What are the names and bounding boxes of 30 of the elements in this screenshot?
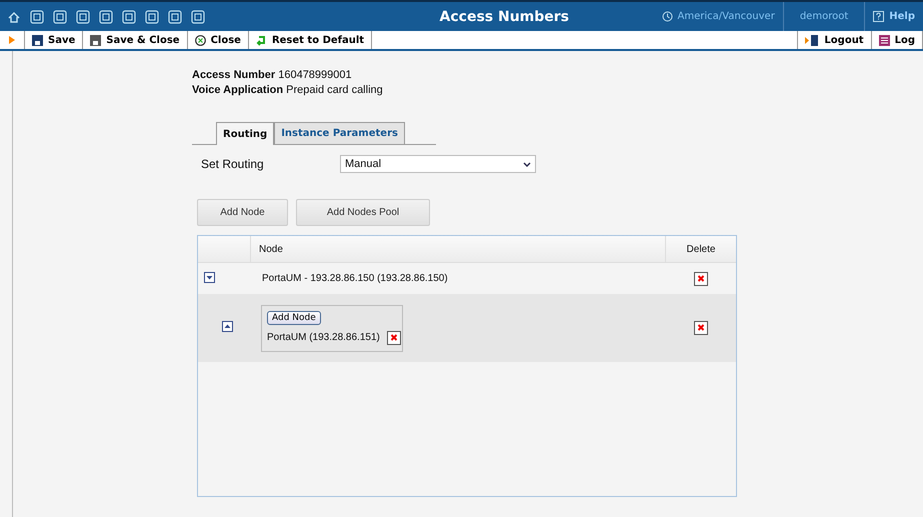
tab[interactable]: Instance Parameters: [274, 122, 405, 144]
routing-select[interactable]: Manual: [340, 155, 536, 173]
detail-text: Access Number 160478999001: [192, 68, 353, 83]
add-button[interactable]: Add Nodes Pool: [296, 199, 430, 226]
page-title: Access Numbers: [438, 8, 570, 24]
timezone-link[interactable]: America/Vancouver: [654, 2, 783, 31]
add-button[interactable]: Add Node: [197, 199, 288, 226]
close-icon: [194, 34, 206, 46]
arrow-icon: [256, 34, 267, 46]
toolbar-button[interactable]: Logout: [797, 31, 872, 49]
floppy-icon: [90, 34, 102, 46]
delete-icon[interactable]: [694, 272, 708, 286]
delete-icon[interactable]: [386, 330, 401, 344]
table-cell-text: PortaUM - 193.28.86.150 (193.28.86.150): [261, 273, 449, 284]
node-name: PortaUM (193.28.86.151): [267, 332, 380, 343]
expand-icon[interactable]: [204, 272, 215, 282]
column-header: Node: [251, 236, 666, 262]
floppy-icon: [32, 34, 43, 46]
dropdown-icon: [523, 162, 531, 166]
detail-text: Voice Application Prepaid card calling: [192, 83, 384, 98]
home-icon[interactable]: [7, 10, 21, 24]
door-icon: [805, 34, 820, 46]
add-node-button[interactable]: Add Node: [267, 310, 321, 324]
tab[interactable]: Routing: [216, 122, 274, 145]
field-label: Set Routing: [201, 157, 265, 171]
clock-icon: [662, 11, 673, 22]
delete-icon[interactable]: [694, 321, 708, 335]
help-icon: [873, 11, 884, 22]
column-header: Delete: [686, 242, 716, 256]
collapse-icon[interactable]: [222, 321, 233, 332]
